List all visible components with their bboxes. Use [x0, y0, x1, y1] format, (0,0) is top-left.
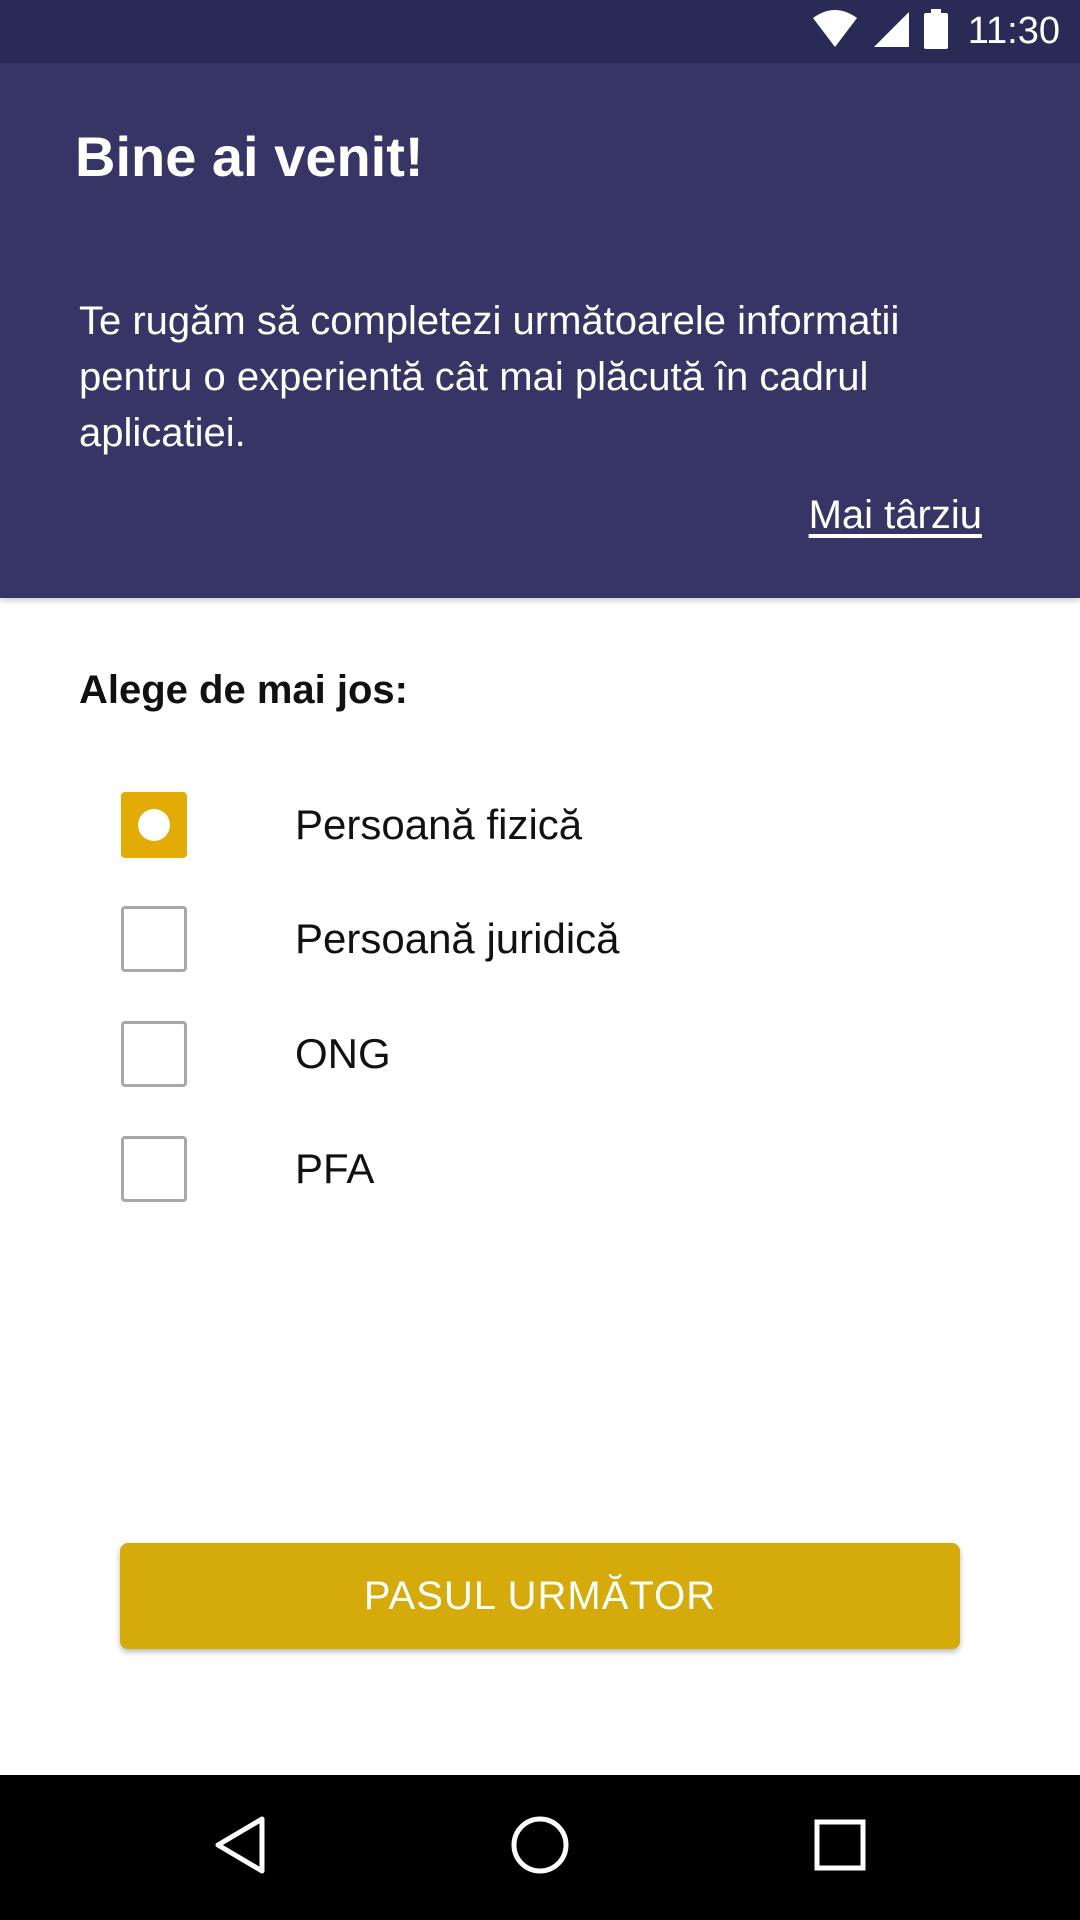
option-label: Persoană fizică [295, 801, 583, 848]
back-icon [212, 1815, 268, 1880]
selected-dot-icon [138, 809, 170, 841]
option-ong[interactable]: ONG [121, 1019, 921, 1089]
next-step-button[interactable]: PASUL URMĂTOR [120, 1543, 960, 1649]
back-button[interactable] [160, 1775, 320, 1920]
option-persoana-fizica[interactable]: Persoană fizică [121, 790, 921, 860]
entity-type-options: Persoană fizică Persoană juridică ONG PF… [121, 790, 921, 1249]
recents-button[interactable] [760, 1775, 920, 1920]
choose-prompt: Alege de mai jos: [79, 668, 408, 712]
welcome-header: Bine ai venit! Te rugăm să completezi ur… [0, 63, 1080, 598]
option-persoana-juridica[interactable]: Persoană juridică [121, 904, 921, 974]
option-checkbox[interactable] [121, 1021, 187, 1087]
home-icon [510, 1815, 570, 1880]
status-time: 11:30 [967, 10, 1060, 52]
home-button[interactable] [460, 1775, 620, 1920]
option-checkbox[interactable] [121, 1136, 187, 1202]
option-label: Persoană juridică [295, 915, 620, 962]
signal-icon [872, 10, 910, 53]
status-bar: 11:30 [0, 0, 1080, 63]
option-label: PFA [295, 1145, 375, 1192]
option-checkbox-selected[interactable] [121, 792, 187, 858]
screen: 11:30 Bine ai venit! Te rugăm să complet… [0, 0, 1080, 1920]
welcome-message: Te rugăm să completezi următoarele infor… [79, 299, 900, 455]
option-pfa[interactable]: PFA [121, 1134, 921, 1204]
navigation-bar [0, 1775, 1080, 1920]
status-icons: 11:30 [812, 0, 1060, 63]
battery-icon [923, 9, 948, 54]
page-title: Bine ai venit! [75, 125, 424, 188]
later-link[interactable]: Mai târziu [809, 493, 982, 538]
option-checkbox[interactable] [121, 906, 187, 972]
recents-icon [814, 1819, 866, 1876]
option-label: ONG [295, 1030, 391, 1077]
wifi-icon [812, 10, 858, 53]
